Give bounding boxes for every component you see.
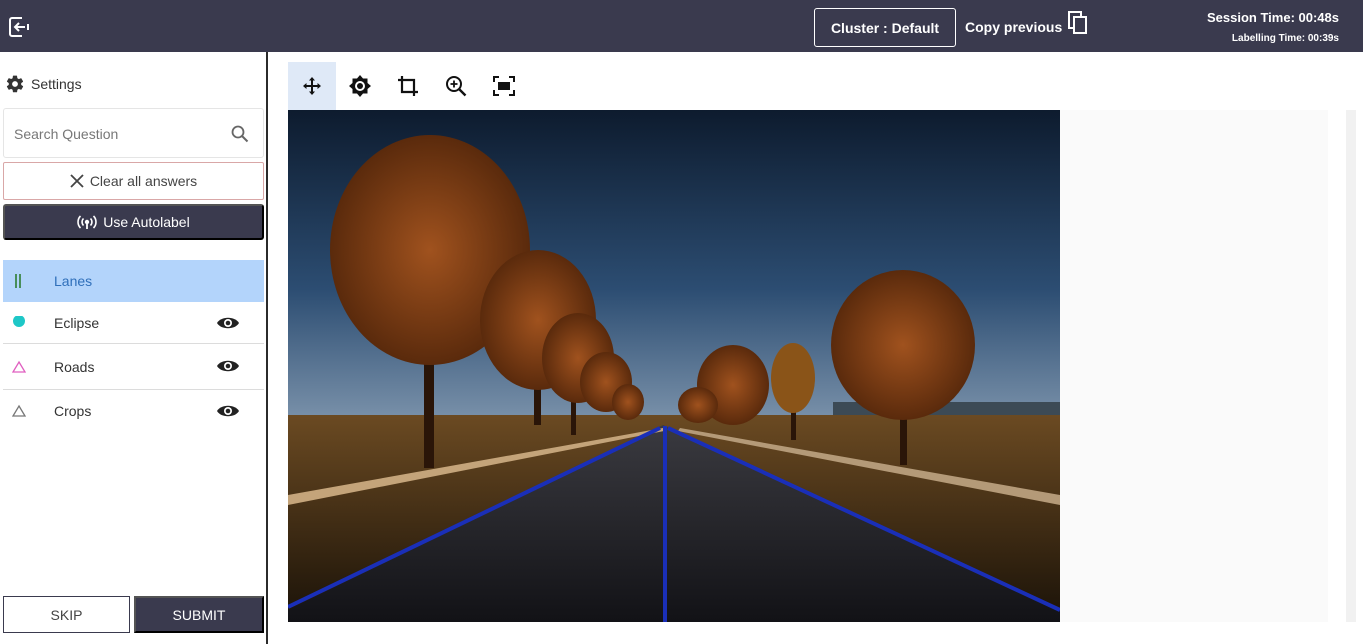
submit-button[interactable]: SUBMIT [134, 596, 264, 633]
clear-all-answers-label: Clear all answers [89, 173, 198, 189]
copy-icon [1068, 11, 1088, 34]
clear-all-answers-button[interactable]: Clear all answers [3, 162, 264, 200]
brightness-tool[interactable] [336, 62, 384, 110]
class-item-crops[interactable]: Crops [3, 390, 264, 432]
class-list: Lanes Eclipse Roads Crops [3, 260, 264, 432]
canvas-scrollbar[interactable] [1346, 110, 1356, 622]
crop-tool[interactable] [384, 62, 432, 110]
road-image[interactable] [288, 110, 1060, 622]
class-item-eclipse[interactable]: Eclipse [3, 302, 264, 344]
move-icon [303, 77, 321, 95]
broadcast-icon [77, 215, 98, 229]
triangle-icon [11, 359, 27, 375]
class-label: Lanes [54, 273, 93, 289]
skip-button[interactable]: SKIP [3, 596, 130, 633]
session-time: Session Time: 00:48s [1207, 10, 1339, 25]
settings-button[interactable]: Settings [5, 74, 82, 94]
settings-label: Settings [31, 76, 82, 92]
move-tool[interactable] [288, 62, 336, 110]
search-input[interactable] [14, 123, 224, 145]
zoom-in-icon [446, 76, 467, 97]
labelling-time: Labelling Time: 00:39s [1231, 33, 1339, 44]
class-label: Eclipse [54, 314, 100, 331]
class-label: Crops [54, 403, 92, 419]
triangle-icon [11, 403, 27, 419]
fit-screen-icon [493, 76, 515, 96]
search-box [3, 108, 264, 158]
fit-screen-tool[interactable] [480, 62, 528, 110]
exit-icon[interactable] [8, 16, 30, 38]
copy-previous-label: Copy previous [965, 19, 1063, 35]
gear-icon [6, 75, 24, 93]
copy-previous-button[interactable]: Copy previous [965, 10, 1088, 44]
eye-icon[interactable] [216, 358, 240, 374]
canvas-toolbar [288, 62, 528, 110]
sidebar: Settings Clear all answers Use Autolabel… [0, 52, 268, 644]
use-autolabel-label: Use Autolabel [103, 214, 190, 230]
cluster-button[interactable]: Cluster : Default [814, 8, 956, 47]
class-item-roads[interactable]: Roads [3, 344, 264, 390]
use-autolabel-button[interactable]: Use Autolabel [3, 204, 264, 240]
eye-icon[interactable] [216, 315, 240, 331]
class-item-lanes[interactable]: Lanes [3, 260, 264, 302]
crop-icon [398, 76, 418, 96]
lane-icon [11, 273, 27, 289]
brightness-icon [349, 75, 371, 97]
class-label: Roads [54, 358, 95, 375]
close-icon [70, 174, 84, 188]
annotation-canvas[interactable] [288, 110, 1328, 622]
circle-icon [11, 315, 27, 331]
zoom-tool[interactable] [432, 62, 480, 110]
search-icon[interactable] [231, 125, 249, 143]
top-bar: Cluster : Default Copy previous Session … [0, 0, 1363, 52]
eye-icon[interactable] [216, 403, 240, 419]
